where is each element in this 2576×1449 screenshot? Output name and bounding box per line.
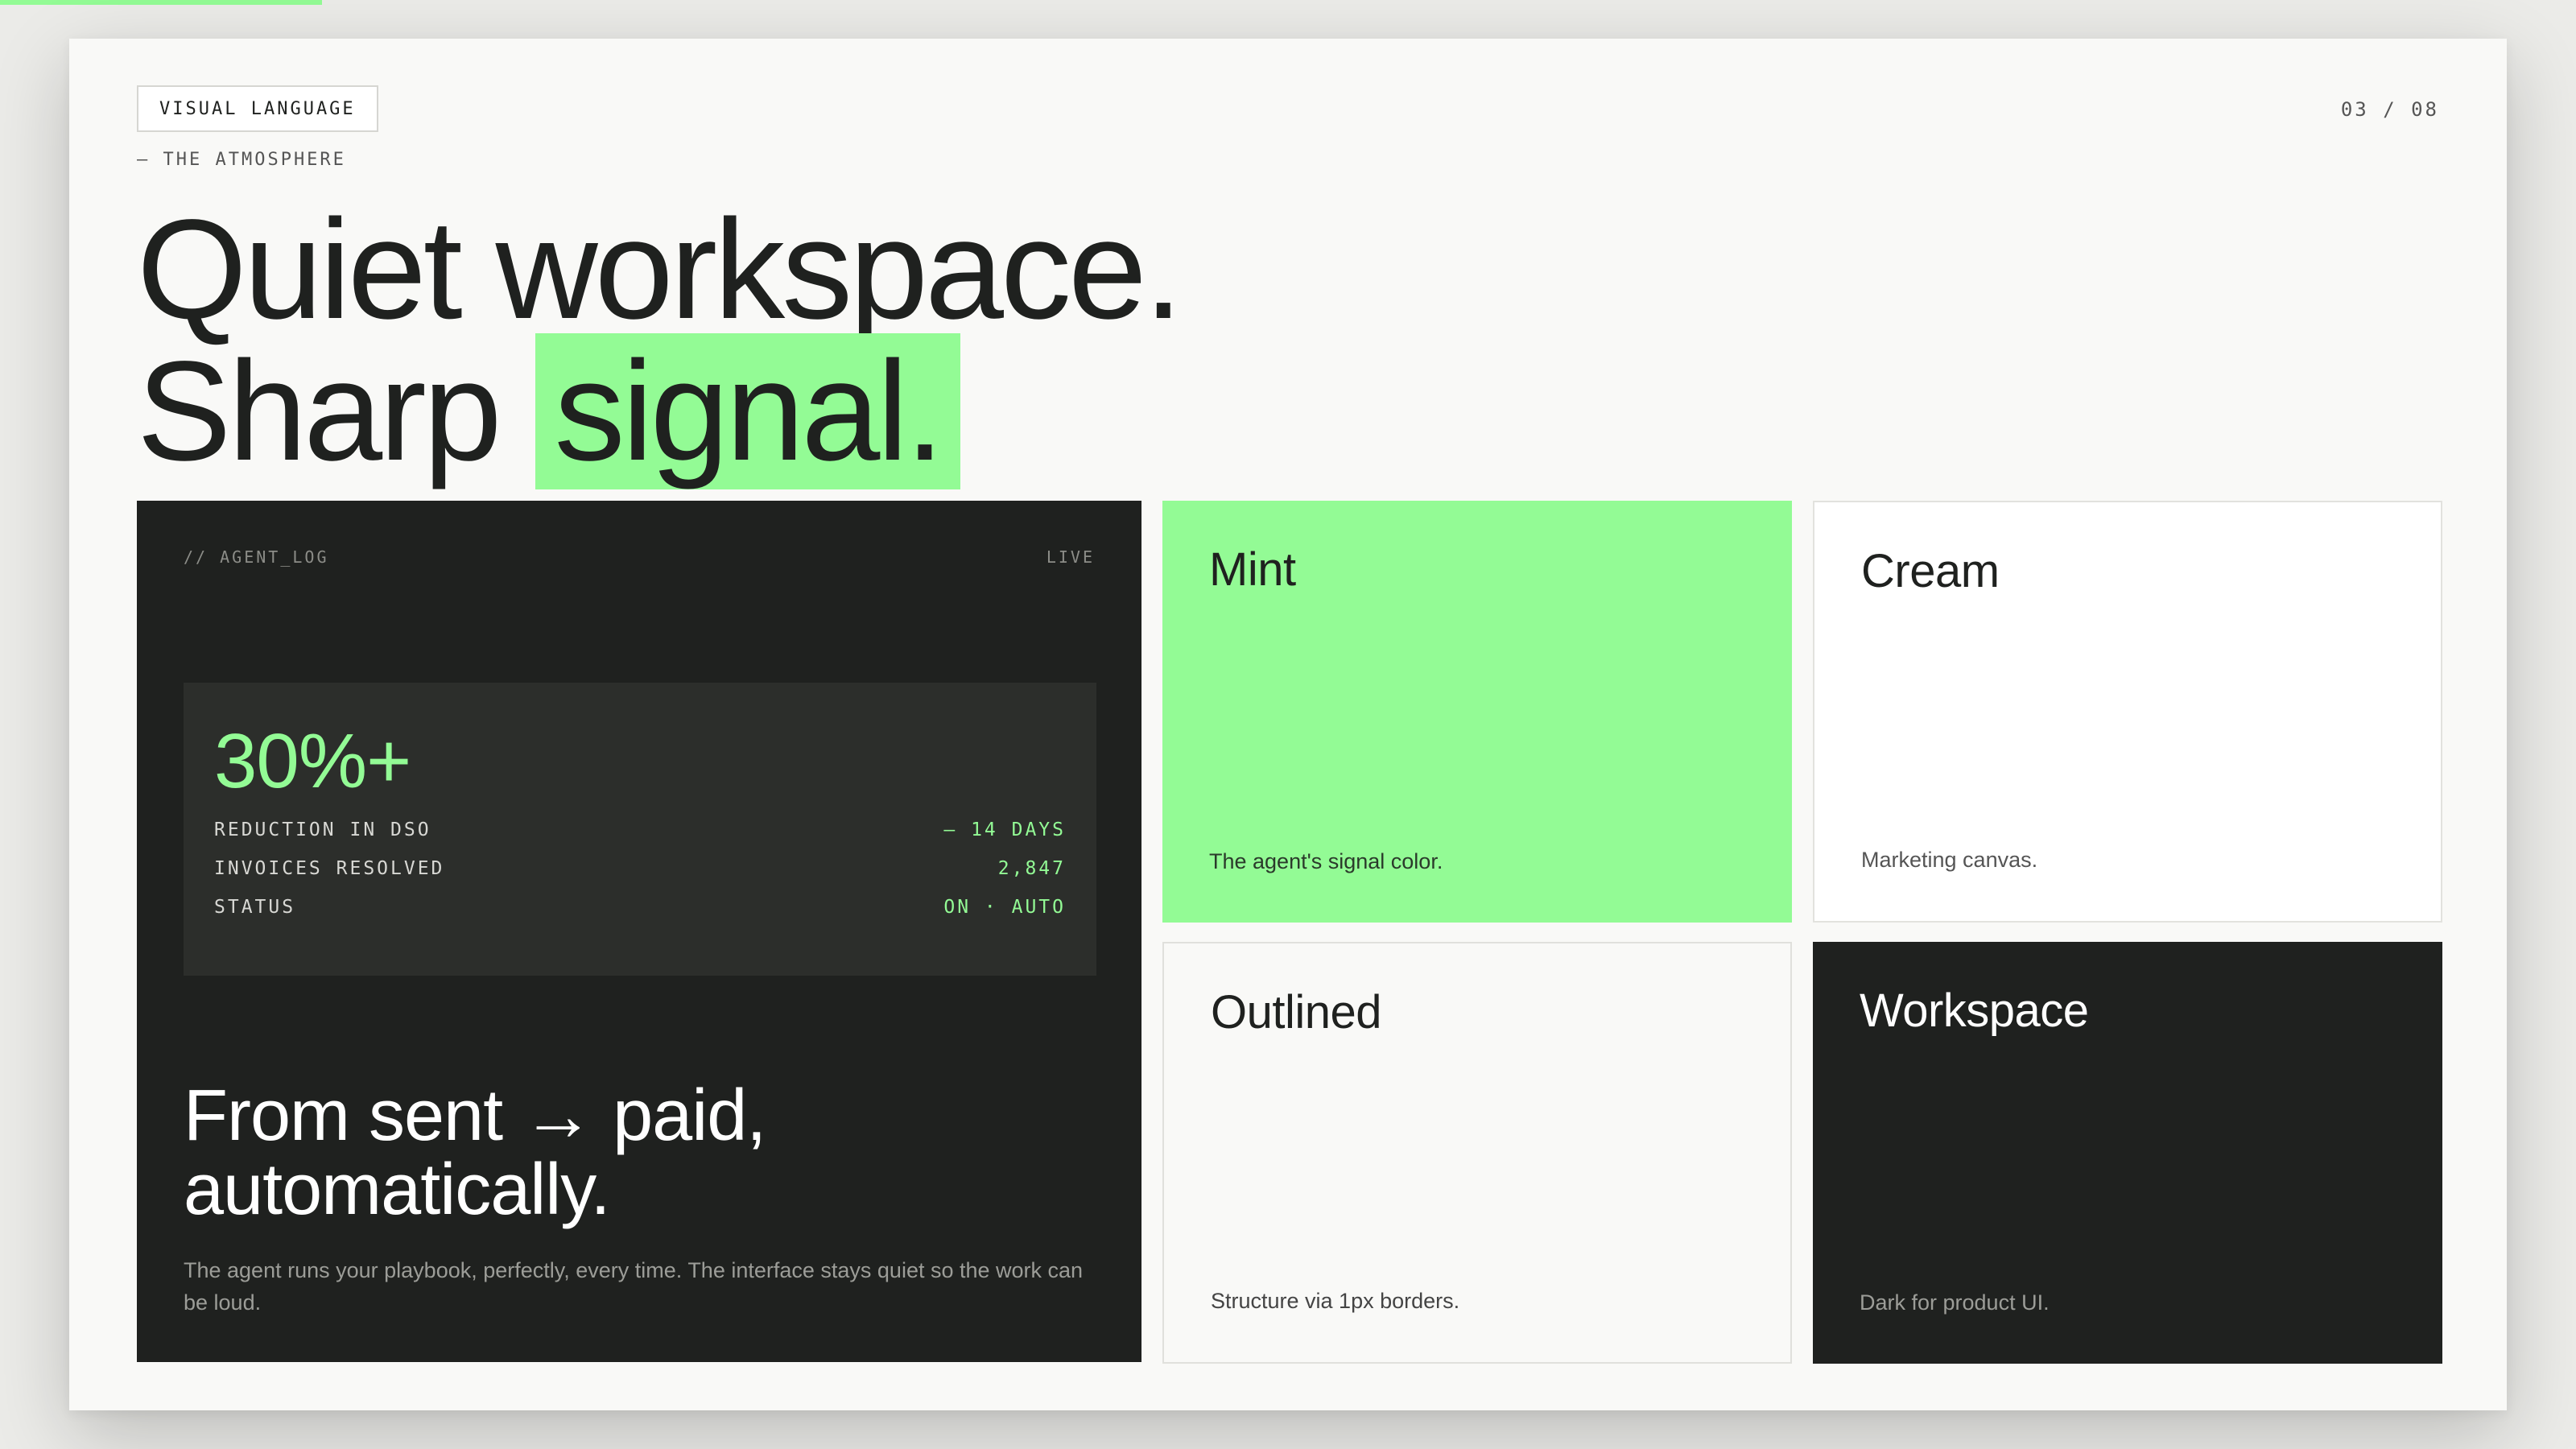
section-tag: VISUAL LANGUAGE: [137, 85, 378, 132]
stat-panel: 30%+ REDUCTION IN DSO — 14 DAYS INVOICES…: [184, 683, 1096, 976]
slide-progress-bar: [0, 0, 322, 5]
stat-row-key: INVOICES RESOLVED: [214, 858, 445, 879]
stat-row: REDUCTION IN DSO — 14 DAYS: [214, 819, 1066, 840]
stat-row-value: ON · AUTO: [943, 897, 1066, 918]
swatch-name: Workspace: [1860, 985, 2089, 1037]
swatch-name: Outlined: [1211, 986, 1382, 1038]
swatch-desc: The agent's signal color.: [1209, 849, 1443, 873]
stat-row: INVOICES RESOLVED 2,847: [214, 858, 1066, 879]
slide-counter: 03 / 08: [2340, 98, 2439, 121]
swatch-mint: Mint The agent's signal color.: [1162, 501, 1792, 923]
swatch-desc: Marketing canvas.: [1861, 848, 2038, 872]
agent-log-title: From sent → paid, automatically.: [184, 1079, 766, 1227]
stat-row-value: 2,847: [997, 858, 1066, 879]
swatch-workspace: Workspace Dark for product UI.: [1813, 942, 2442, 1364]
stat-row-key: STATUS: [214, 897, 296, 918]
headline: Quiet workspace. Sharp signal.: [137, 191, 1183, 489]
headline-line-1: Quiet workspace.: [137, 191, 1183, 349]
agent-log-title-line-2: automatically.: [184, 1150, 611, 1230]
agent-log-label: // AGENT_LOG: [184, 547, 329, 567]
swatch-outlined: Outlined Structure via 1px borders.: [1162, 942, 1792, 1364]
eyebrow: — THE ATMOSPHERE: [137, 150, 346, 170]
swatch-desc: Structure via 1px borders.: [1211, 1289, 1460, 1313]
stat-row: STATUS ON · AUTO: [214, 897, 1066, 918]
headline-line-2: Sharp signal.: [137, 333, 1180, 489]
swatch-grid: // AGENT_LOG LIVE 30%+ REDUCTION IN DSO …: [137, 501, 2442, 1364]
stat-value: 30%+: [214, 718, 411, 804]
stat-row-value: — 14 DAYS: [943, 819, 1066, 840]
headline-line-2-prefix: Sharp: [137, 332, 502, 490]
slide: VISUAL LANGUAGE — THE ATMOSPHERE 03 / 08…: [69, 39, 2507, 1410]
swatch-desc: Dark for product UI.: [1860, 1290, 2050, 1315]
agent-log-card: // AGENT_LOG LIVE 30%+ REDUCTION IN DSO …: [137, 501, 1141, 1362]
stat-row-key: REDUCTION IN DSO: [214, 819, 431, 840]
agent-log-title-line-1: From sent → paid,: [184, 1075, 766, 1156]
swatch-name: Mint: [1209, 543, 1296, 596]
live-badge: LIVE: [1046, 547, 1095, 567]
swatch-cream: Cream Marketing canvas.: [1813, 501, 2442, 923]
swatch-name: Cream: [1861, 545, 2000, 597]
agent-log-body: The agent runs your playbook, perfectly,…: [184, 1258, 1084, 1315]
agent-log-header: // AGENT_LOG LIVE: [184, 547, 1095, 567]
headline-highlight: signal.: [535, 333, 961, 489]
